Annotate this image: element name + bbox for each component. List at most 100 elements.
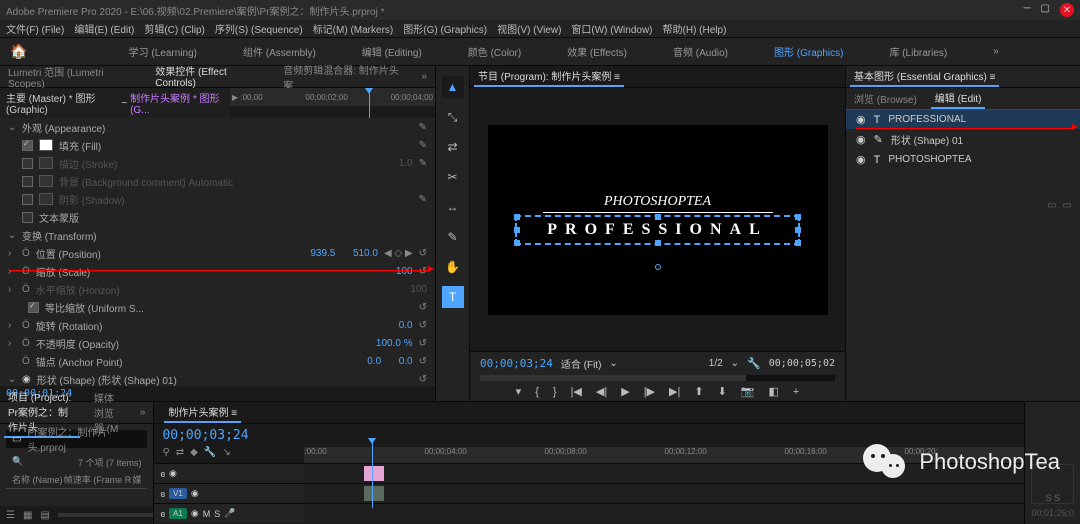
text-selection-box[interactable]: PROFESSIONAL xyxy=(515,215,799,245)
menu-clip[interactable]: 剪辑(C) (Clip) xyxy=(144,21,205,36)
timeline-tab[interactable]: 制作片头案例 ≡ xyxy=(164,402,241,423)
step-fwd-icon[interactable]: |▶ xyxy=(644,385,655,398)
shadow-swatch[interactable] xyxy=(39,193,53,205)
add-marker-icon[interactable]: ▾ xyxy=(516,385,522,398)
uniform-checkbox[interactable] xyxy=(28,302,39,313)
slip-tool-icon[interactable]: ↔ xyxy=(442,196,464,218)
eye-icon[interactable]: ◉ xyxy=(856,133,866,146)
col-framerate[interactable]: 帧速率 (Frame R xyxy=(64,473,132,486)
minimize-button[interactable]: ─ xyxy=(1023,3,1030,17)
selection-tool-icon[interactable]: ▲ xyxy=(442,76,464,98)
home-icon[interactable]: 🏠 xyxy=(10,43,27,60)
col-name[interactable]: 名称 (Name) xyxy=(12,473,63,486)
menu-edit[interactable]: 编辑(E) (Edit) xyxy=(74,21,134,36)
type-tool-icon[interactable]: T xyxy=(442,286,464,308)
tl-arrow-icon[interactable]: ↘ xyxy=(222,447,230,463)
position-y[interactable]: 510.0 xyxy=(353,248,378,259)
timeline-playhead[interactable] xyxy=(372,438,373,508)
panel-menu-icon[interactable]: » xyxy=(417,71,431,82)
clip-name[interactable]: 制作片头案例 * 图形 (G... xyxy=(130,90,224,116)
fill-swatch[interactable] xyxy=(39,139,53,151)
settings-icon[interactable]: 🔧 xyxy=(204,447,216,463)
workspace-color[interactable]: 颜色 (Color) xyxy=(460,44,529,59)
group-icon[interactable]: ▭ xyxy=(1063,200,1072,211)
project-filter[interactable]: ▭ Pr案例之：制作片头.prproj xyxy=(6,430,147,448)
appearance-header[interactable]: 外观 (Appearance) xyxy=(22,120,413,135)
eye-icon[interactable]: ◉ xyxy=(856,113,866,126)
workspace-overflow[interactable]: » xyxy=(985,46,1007,57)
clip-v2[interactable] xyxy=(364,466,384,481)
transform-header[interactable]: 变换 (Transform) xyxy=(22,228,427,243)
freeform-view-icon[interactable]: ▤ xyxy=(40,510,49,521)
new-layer-icon[interactable]: ▭ xyxy=(1047,200,1056,211)
shape-header[interactable]: 形状 (Shape) (形状 (Shape) 01) xyxy=(37,372,413,387)
filter-icon[interactable]: 🔍 xyxy=(12,456,23,469)
clip-v1[interactable] xyxy=(364,486,384,501)
track-v1-label[interactable]: V1 xyxy=(169,488,187,499)
essential-graphics-tab[interactable]: 基本图形 (Essential Graphics) ≡ xyxy=(850,66,999,87)
program-canvas[interactable]: PHOTOSHOPTEA PROFESSIONAL xyxy=(488,125,828,315)
button-editor-icon[interactable]: + xyxy=(793,386,799,398)
workspace-effects[interactable]: 效果 (Effects) xyxy=(559,44,635,59)
snap-icon[interactable]: ⚲ xyxy=(162,447,169,463)
razor-tool-icon[interactable]: ✂ xyxy=(442,166,464,188)
workspace-learning[interactable]: 学习 (Learning) xyxy=(121,44,205,59)
eg-layer-photoshoptea[interactable]: ◉ T PHOTOSHOPTEA xyxy=(846,150,1080,169)
list-view-icon[interactable]: ☰ xyxy=(6,510,15,521)
go-out-icon[interactable]: ▶| xyxy=(669,385,680,398)
workspace-assembly[interactable]: 组件 (Assembly) xyxy=(235,44,324,59)
track-toggle-icon[interactable]: ɞ xyxy=(160,489,165,499)
export-frame-icon[interactable]: 📷 xyxy=(741,385,755,398)
program-timecode[interactable]: 00;00;03;24 xyxy=(480,357,553,370)
fit-dropdown[interactable]: 适合 (Fit) xyxy=(561,356,602,371)
anchor-icon[interactable] xyxy=(655,264,661,270)
eg-edit-tab[interactable]: 编辑 (Edit) xyxy=(931,88,986,109)
eg-layer-professional[interactable]: ◉ T PROFESSIONAL xyxy=(846,110,1080,129)
ripple-tool-icon[interactable]: ⇄ xyxy=(442,136,464,158)
fill-checkbox[interactable] xyxy=(22,140,33,151)
program-tab[interactable]: 节目 (Program): 制作片头案例 ≡ xyxy=(474,66,624,87)
eyedropper-icon[interactable]: ✎ xyxy=(419,140,427,151)
step-back-icon[interactable]: ◀| xyxy=(596,385,607,398)
hand-tool-icon[interactable]: ✋ xyxy=(442,256,464,278)
mark-in-icon[interactable]: { xyxy=(535,386,539,398)
workspace-libraries[interactable]: 库 (Libraries) xyxy=(881,44,955,59)
menu-file[interactable]: 文件(F) (File) xyxy=(6,21,64,36)
position-x[interactable]: 939.5 xyxy=(310,248,335,259)
menu-sequence[interactable]: 序列(S) (Sequence) xyxy=(215,21,303,36)
col-media[interactable]: 媒 xyxy=(132,473,141,486)
track-select-tool-icon[interactable]: ⤡ xyxy=(442,106,464,128)
scale-value[interactable]: 100 xyxy=(396,266,413,277)
play-icon[interactable]: ▶ xyxy=(621,385,629,398)
eyedropper-icon[interactable]: ✎ xyxy=(419,122,427,133)
wrench-icon[interactable]: 🔧 xyxy=(747,357,761,370)
workspace-editing[interactable]: 编辑 (Editing) xyxy=(354,44,430,59)
menu-graphics[interactable]: 图形(G) (Graphics) xyxy=(403,21,487,36)
stopwatch-icon[interactable]: Ö xyxy=(22,248,30,259)
mark-out-icon[interactable]: } xyxy=(553,386,557,398)
effect-time-ruler[interactable]: ▶ :00,00 00;00;02;00 00;00;04;00 xyxy=(230,88,435,106)
lift-icon[interactable]: ⬆ xyxy=(694,385,703,398)
tab-lumetri-scopes[interactable]: Lumetri 范围 (Lumetri Scopes) xyxy=(4,62,141,92)
track-toggle-icon[interactable]: ɞ xyxy=(160,469,165,479)
menu-help[interactable]: 帮助(H) (Help) xyxy=(663,21,727,36)
track-a1-label[interactable]: A1 xyxy=(169,508,187,519)
link-icon[interactable]: ⇄ xyxy=(176,447,184,463)
reset-icon[interactable]: ↺ xyxy=(419,248,427,259)
timeline-ruler[interactable]: :00;00 00;00;04;00 00;00;08;00 00;00;12;… xyxy=(304,447,1024,463)
mask-checkbox[interactable] xyxy=(22,212,33,223)
bg-swatch[interactable] xyxy=(39,175,53,187)
mic-icon[interactable]: 🎤 xyxy=(224,508,235,519)
shadow-checkbox[interactable] xyxy=(22,194,33,205)
pen-tool-icon[interactable]: ✎ xyxy=(442,226,464,248)
comparison-icon[interactable]: ◧ xyxy=(768,385,778,398)
track-v2-target[interactable]: ◉ xyxy=(169,468,177,479)
stroke-checkbox[interactable] xyxy=(22,158,33,169)
thumb-slider[interactable] xyxy=(58,513,154,517)
marker-icon[interactable]: ◆ xyxy=(190,447,198,463)
stroke-swatch[interactable] xyxy=(39,157,53,169)
bg-checkbox[interactable] xyxy=(22,176,33,187)
eg-browse-tab[interactable]: 浏览 (Browse) xyxy=(850,89,921,108)
go-in-icon[interactable]: |◀ xyxy=(571,385,582,398)
workspace-graphics[interactable]: 图形 (Graphics) xyxy=(766,44,851,59)
